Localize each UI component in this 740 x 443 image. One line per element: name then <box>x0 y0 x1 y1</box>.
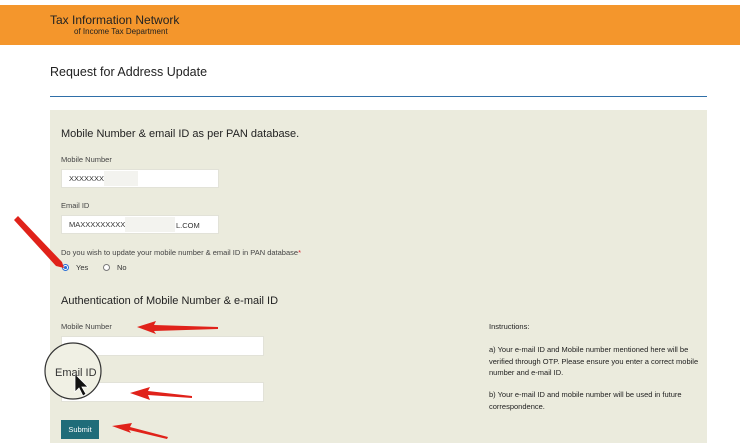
annotation-arrow-email <box>130 387 192 400</box>
annotation-arrow-mobile <box>137 321 218 334</box>
annotation-overlay <box>14 216 218 439</box>
annotation-arrow-submit <box>112 423 168 439</box>
magnifier-email-label: Email ID <box>55 367 97 379</box>
annotation-arrow-yes <box>14 216 64 268</box>
